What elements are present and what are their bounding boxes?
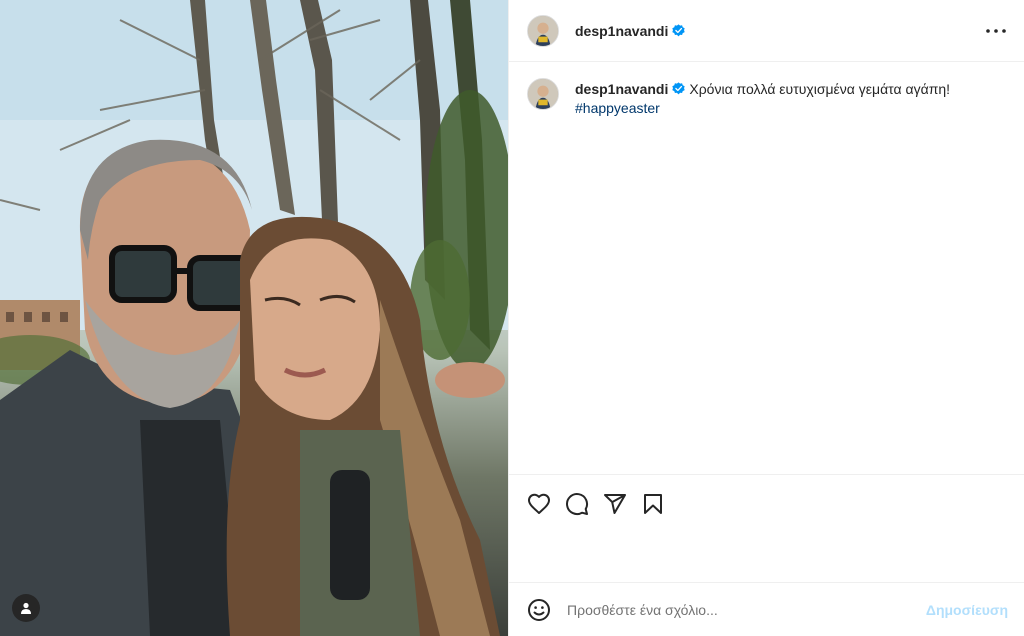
avatar-image bbox=[528, 79, 558, 109]
photo-scene bbox=[0, 0, 508, 636]
emoji-button[interactable] bbox=[525, 596, 553, 624]
hashtag-link[interactable]: #happyeaster bbox=[575, 99, 950, 118]
more-options-icon bbox=[986, 28, 1006, 33]
caption-row: desp1navandi Χρόνια πολλά ευτυχισμένα γε… bbox=[527, 78, 1008, 118]
caption-author-avatar[interactable] bbox=[527, 78, 559, 110]
smiley-icon bbox=[528, 598, 550, 621]
post-side-panel: desp1navandi desp1navandi Χρόνια πολλά ε… bbox=[508, 0, 1024, 636]
likes-spacer bbox=[509, 532, 1024, 582]
verified-badge-icon bbox=[672, 82, 686, 95]
action-bar bbox=[509, 474, 1024, 532]
comment-button[interactable] bbox=[557, 484, 597, 524]
post-photo[interactable] bbox=[0, 0, 508, 636]
post-header: desp1navandi bbox=[509, 0, 1024, 62]
person-icon bbox=[21, 602, 31, 614]
comments-section: desp1navandi Χρόνια πολλά ευτυχισμένα γε… bbox=[509, 62, 1024, 474]
add-comment-bar: Δημοσίευση bbox=[509, 582, 1024, 636]
comment-input[interactable] bbox=[567, 601, 926, 618]
share-button[interactable] bbox=[595, 484, 635, 524]
more-options-button[interactable] bbox=[984, 19, 1008, 43]
like-button[interactable] bbox=[519, 484, 559, 524]
paper-plane-icon bbox=[604, 493, 626, 514]
comment-bubble-icon bbox=[566, 492, 589, 515]
caption-author-username[interactable]: desp1navandi bbox=[575, 81, 668, 97]
avatar-image bbox=[528, 15, 558, 46]
caption-body: desp1navandi Χρόνια πολλά ευτυχισμένα γε… bbox=[575, 78, 950, 118]
tagged-users-button[interactable] bbox=[12, 594, 40, 622]
author-avatar[interactable] bbox=[527, 14, 559, 47]
heart-icon bbox=[528, 493, 550, 514]
author-username[interactable]: desp1navandi bbox=[575, 23, 668, 39]
verified-badge-icon bbox=[672, 24, 686, 37]
bookmark-icon bbox=[644, 493, 662, 514]
save-button[interactable] bbox=[633, 484, 673, 524]
caption-text: Χρόνια πολλά ευτυχισμένα γεμάτα αγάπη! bbox=[689, 81, 951, 97]
post-comment-button[interactable]: Δημοσίευση bbox=[926, 602, 1008, 618]
instagram-post-dialog: desp1navandi desp1navandi Χρόνια πολλά ε… bbox=[0, 0, 1024, 636]
